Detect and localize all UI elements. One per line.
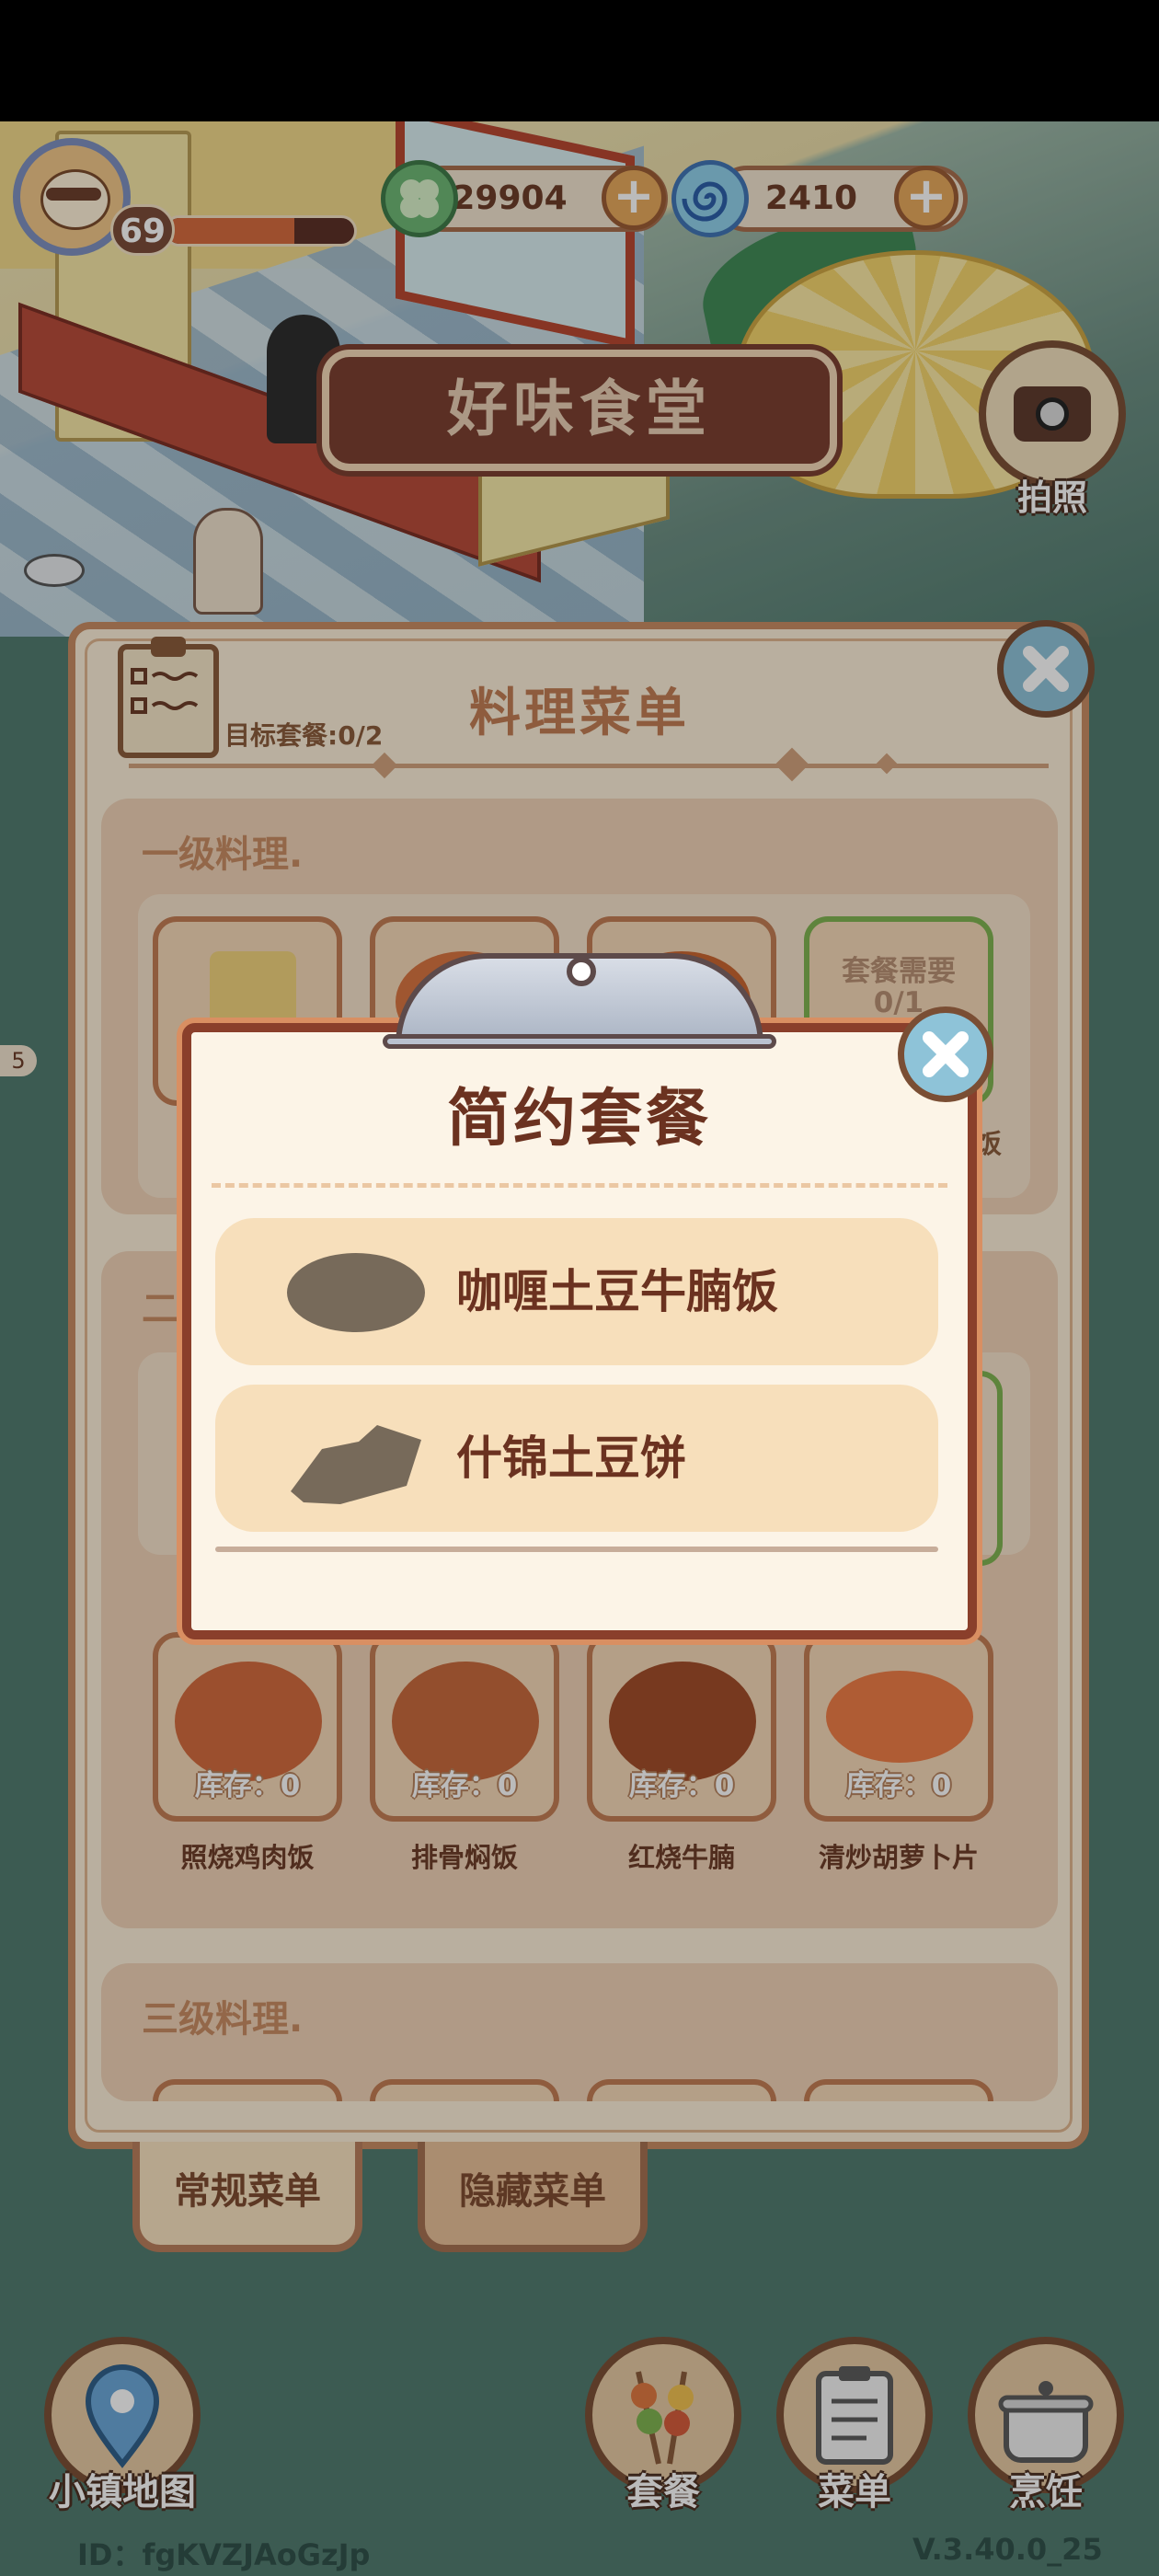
popup-bottom-rule [215,1547,938,1552]
status-bar [0,0,1159,121]
cloche-rim [383,1034,776,1049]
cloche-knob-icon [567,957,596,986]
dish-silhouette-icon [291,1425,421,1504]
set-item-row[interactable]: 什锦土豆饼 [215,1385,938,1532]
dish-silhouette-icon [287,1253,425,1332]
popup-title: 简约套餐 [446,1083,712,1156]
set-item-name: 咖喱土豆牛腩饭 [456,1265,778,1318]
set-item-row[interactable]: 咖喱土豆牛腩饭 [215,1218,938,1365]
set-item-name: 什锦土豆饼 [456,1432,686,1485]
popup-divider [212,1183,947,1188]
